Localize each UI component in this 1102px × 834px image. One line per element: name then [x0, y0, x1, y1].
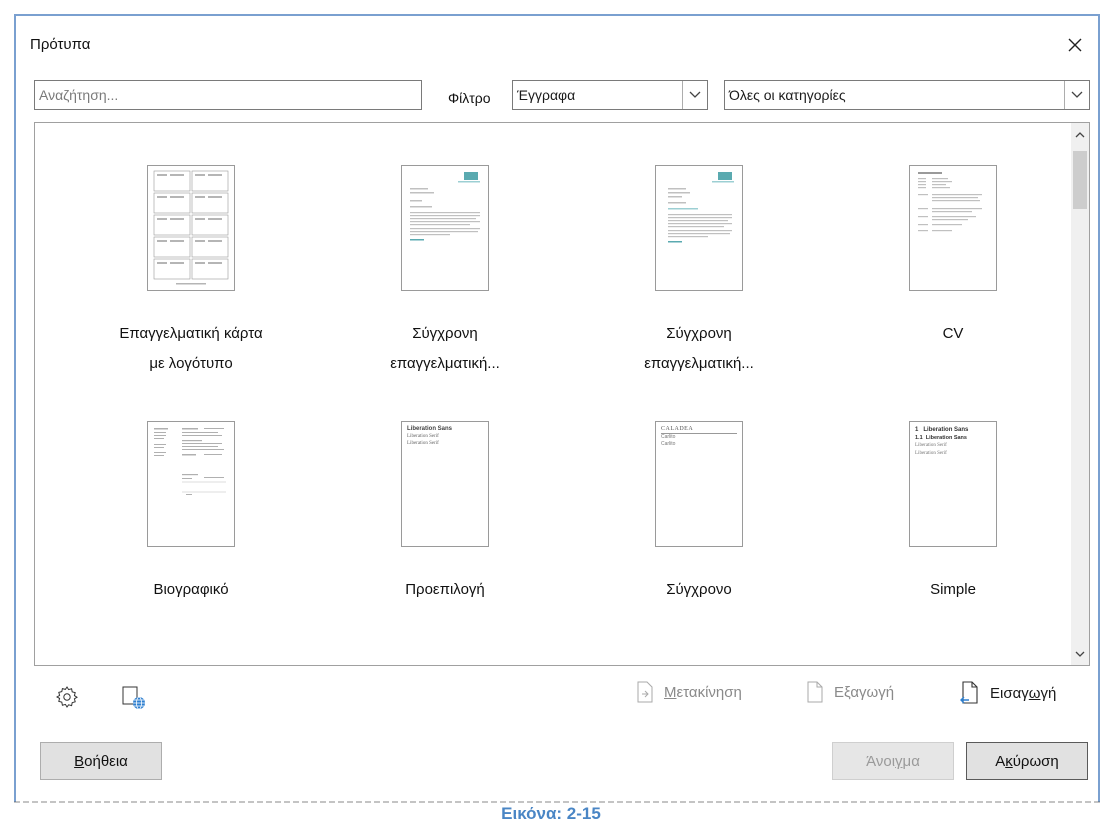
- cancel-button[interactable]: Ακύρωση: [966, 742, 1088, 780]
- help-label-mnemonic: Β: [74, 752, 85, 770]
- thumb-heading-number: 1: [915, 427, 919, 433]
- template-thumbnail: 1 Liberation Sans 1.1 Liberation Sans Li…: [909, 421, 997, 547]
- template-label-line1: Προεπιλογή: [405, 581, 485, 598]
- template-label-line1: Simple: [930, 581, 976, 598]
- template-thumbnail: Liberation Sans Liberation Serif Liberat…: [401, 421, 489, 547]
- filter-type-select[interactable]: Έγγραφα: [512, 80, 708, 110]
- chevron-down-icon: [682, 81, 707, 109]
- cancel-label-mnemonic: κ: [1005, 752, 1013, 770]
- templates-dialog: Πρότυπα Φίλτρο Έγγραφα Όλες οι κατηγορίε…: [14, 14, 1100, 802]
- export-label: Εξαγωγή: [834, 683, 895, 701]
- template-item[interactable]: CALADEA Carlito Carlito Σύγχρονο: [589, 421, 809, 605]
- template-item[interactable]: 1 Liberation Sans 1.1 Liberation Sans Li…: [843, 421, 1063, 605]
- thumb-line: Carlito: [661, 434, 676, 440]
- thumb-heading: CALADEA: [661, 426, 737, 434]
- open-button[interactable]: Άνοιγμα: [832, 742, 954, 780]
- close-icon: [1068, 38, 1082, 52]
- import-label-mnemonic: ω: [1028, 684, 1041, 702]
- template-gallery[interactable]: Επαγγελματική κάρτα με λογότυπο Σύγχρονη…: [34, 122, 1090, 666]
- import-label-pre: Εισαγ: [990, 684, 1029, 702]
- help-label-post: οήθεια: [84, 752, 128, 770]
- template-label-line1: Επαγγελματική κάρτα: [119, 325, 263, 342]
- page-divider: [14, 801, 1100, 803]
- template-label-line1: Βιογραφικό: [153, 581, 229, 598]
- thumb-line: Liberation Serif: [407, 441, 439, 446]
- thumb-line: Liberation Serif: [915, 443, 947, 448]
- thumb-heading: Liberation Sans: [923, 427, 969, 433]
- open-label-post: μα: [902, 752, 920, 770]
- online-templates-button[interactable]: [116, 680, 150, 714]
- template-item[interactable]: Σύγχρονη επαγγελματική...: [335, 165, 555, 379]
- chevron-down-icon: [1075, 651, 1085, 657]
- thumb-heading: Liberation Sans: [407, 426, 453, 432]
- figure-caption: Εικόνα: 2-15: [501, 804, 601, 823]
- export-button[interactable]: Εξαγωγή: [804, 680, 894, 704]
- dialog-title: Πρότυπα: [30, 36, 91, 53]
- cancel-label-pre: Α: [995, 752, 1006, 770]
- thumb-line: Carlito: [661, 441, 676, 447]
- thumb-line: Liberation Serif: [915, 451, 947, 456]
- template-thumbnail: [147, 421, 235, 547]
- thumb-subheading-number: 1.1: [915, 435, 923, 441]
- filter-category-value: Όλες οι κατηγορίες: [729, 87, 846, 103]
- search-input[interactable]: [34, 80, 422, 110]
- template-item[interactable]: CV: [843, 165, 1063, 349]
- template-item[interactable]: Επαγγελματική κάρτα με λογότυπο: [81, 165, 301, 379]
- template-thumbnail: CALADEA Carlito Carlito: [655, 421, 743, 547]
- template-item[interactable]: Σύγχρονη επαγγελματική...: [589, 165, 809, 379]
- gear-icon: [55, 686, 78, 708]
- import-label-post: γή: [1040, 684, 1057, 702]
- template-label-line2: επαγγελματική...: [390, 355, 500, 372]
- open-label-pre: Άνοι: [866, 752, 896, 770]
- chevron-up-icon: [1075, 131, 1085, 137]
- thumb-subheading: Liberation Sans: [925, 435, 967, 441]
- template-item[interactable]: Liberation Sans Liberation Serif Liberat…: [335, 421, 555, 605]
- move-label-mnemonic: Μ: [664, 683, 677, 701]
- help-button[interactable]: Βοήθεια: [40, 742, 162, 780]
- template-label-line2: επαγγελματική...: [644, 355, 754, 372]
- settings-button[interactable]: [50, 680, 84, 714]
- template-label-line1: Σύγχρονο: [666, 581, 732, 598]
- template-label-line1: CV: [942, 325, 964, 342]
- template-thumbnail: [147, 165, 235, 291]
- template-item[interactable]: Βιογραφικό: [81, 421, 301, 605]
- filter-type-value: Έγγραφα: [517, 87, 576, 103]
- template-label-line1: Σύγχρονη: [412, 325, 478, 342]
- export-document-icon: [807, 681, 823, 703]
- template-thumbnail: [655, 165, 743, 291]
- template-label-line2: με λογότυπο: [149, 355, 233, 372]
- title-bar: Πρότυπα: [16, 16, 1098, 74]
- close-button[interactable]: [1058, 28, 1092, 62]
- globe-document-icon: [122, 686, 145, 710]
- open-label-mnemonic: γ: [895, 752, 903, 770]
- filter-label: Φίλτρο: [448, 90, 491, 106]
- import-document-icon: [960, 681, 978, 704]
- scroll-down-button[interactable]: [1071, 643, 1089, 665]
- template-thumbnail: [401, 165, 489, 291]
- import-button[interactable]: Εισαγωγή: [958, 680, 1056, 706]
- move-label-post: ετακίνηση: [676, 683, 742, 701]
- scroll-up-button[interactable]: [1071, 123, 1089, 145]
- scroll-thumb[interactable]: [1073, 151, 1087, 209]
- chevron-down-icon: [1064, 81, 1089, 109]
- thumb-line: Liberation Serif: [407, 434, 439, 439]
- move-document-icon: [637, 681, 653, 703]
- filter-category-select[interactable]: Όλες οι κατηγορίες: [724, 80, 1090, 110]
- cancel-label-post: ύρωση: [1012, 752, 1059, 770]
- move-button[interactable]: Μετακίνηση: [634, 680, 742, 704]
- template-thumbnail: [909, 165, 997, 291]
- gallery-scrollbar[interactable]: [1071, 123, 1089, 665]
- template-label-line1: Σύγχρονη: [666, 325, 732, 342]
